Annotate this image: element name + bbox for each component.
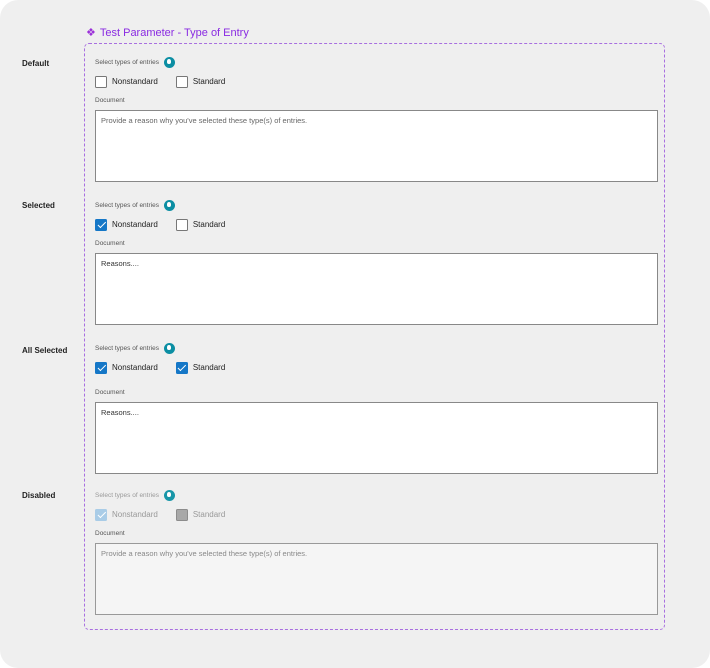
entry-type-disabled: Select types of entries Nonstandard Stan… bbox=[95, 489, 658, 615]
option-standard[interactable]: Standard bbox=[175, 75, 226, 88]
option-nonstandard-label: Nonstandard bbox=[112, 510, 158, 519]
entry-type-selected: Select types of entries Nonstandard Stan… bbox=[95, 199, 658, 325]
checkbox-standard[interactable] bbox=[175, 361, 188, 374]
field-label: Select types of entries bbox=[95, 56, 658, 68]
checkbox-group: Nonstandard Standard bbox=[95, 218, 658, 231]
state-label-all-selected: All Selected bbox=[22, 346, 68, 355]
entry-type-default: Select types of entries Nonstandard Stan… bbox=[95, 56, 658, 182]
option-nonstandard-label: Nonstandard bbox=[112, 77, 158, 86]
option-nonstandard-label: Nonstandard bbox=[112, 220, 158, 229]
checkbox-group: Nonstandard Standard bbox=[95, 508, 658, 521]
option-standard[interactable]: Standard bbox=[175, 218, 226, 231]
field-label-text: Select types of entries bbox=[95, 344, 159, 352]
document-textarea[interactable]: Reasons.... bbox=[95, 402, 658, 474]
component-diamond-icon: ❖ bbox=[86, 27, 96, 39]
checkbox-nonstandard[interactable] bbox=[95, 361, 107, 374]
option-nonstandard: Nonstandard bbox=[95, 508, 158, 521]
field-label: Select types of entries bbox=[95, 342, 658, 354]
option-standard-label: Standard bbox=[192, 77, 226, 86]
document-label: Document bbox=[95, 389, 125, 396]
option-standard-label: Standard bbox=[192, 363, 226, 372]
help-icon[interactable] bbox=[163, 199, 175, 211]
help-icon bbox=[163, 489, 175, 501]
checkbox-nonstandard bbox=[95, 508, 107, 521]
canvas: ❖ Test Parameter - Type of Entry Default… bbox=[0, 0, 710, 668]
checkbox-standard bbox=[175, 508, 188, 521]
field-label: Select types of entries bbox=[95, 489, 658, 501]
state-label-disabled: Disabled bbox=[22, 491, 56, 500]
component-title: ❖ Test Parameter - Type of Entry bbox=[86, 26, 249, 40]
option-standard-label: Standard bbox=[192, 510, 226, 519]
checkbox-group: Nonstandard Standard bbox=[95, 75, 658, 88]
help-icon[interactable] bbox=[163, 342, 175, 354]
state-label-default: Default bbox=[22, 59, 50, 68]
checkbox-standard[interactable] bbox=[175, 218, 188, 231]
field-label-text: Select types of entries bbox=[95, 58, 159, 66]
checkbox-nonstandard[interactable] bbox=[95, 218, 107, 231]
option-nonstandard[interactable]: Nonstandard bbox=[95, 361, 158, 374]
field-label-text: Select types of entries bbox=[95, 201, 159, 209]
document-label: Document bbox=[95, 97, 125, 104]
help-icon[interactable] bbox=[163, 56, 175, 68]
state-label-selected: Selected bbox=[22, 201, 55, 210]
checkbox-nonstandard[interactable] bbox=[95, 75, 107, 88]
field-label-text: Select types of entries bbox=[95, 491, 159, 499]
document-textarea[interactable]: Reasons.... bbox=[95, 253, 658, 325]
option-nonstandard[interactable]: Nonstandard bbox=[95, 75, 158, 88]
option-nonstandard[interactable]: Nonstandard bbox=[95, 218, 158, 231]
option-standard: Standard bbox=[175, 508, 226, 521]
document-label: Document bbox=[95, 530, 125, 537]
document-label: Document bbox=[95, 240, 125, 247]
entry-type-all-selected: Select types of entries Nonstandard Stan… bbox=[95, 342, 658, 474]
option-standard[interactable]: Standard bbox=[175, 361, 226, 374]
checkbox-standard[interactable] bbox=[175, 75, 188, 88]
document-textarea[interactable]: Provide a reason why you've selected the… bbox=[95, 110, 658, 182]
option-nonstandard-label: Nonstandard bbox=[112, 363, 158, 372]
component-title-text: Test Parameter - Type of Entry bbox=[99, 26, 249, 39]
document-textarea: Provide a reason why you've selected the… bbox=[95, 543, 658, 615]
option-standard-label: Standard bbox=[192, 220, 226, 229]
field-label: Select types of entries bbox=[95, 199, 658, 211]
checkbox-group: Nonstandard Standard bbox=[95, 361, 658, 374]
